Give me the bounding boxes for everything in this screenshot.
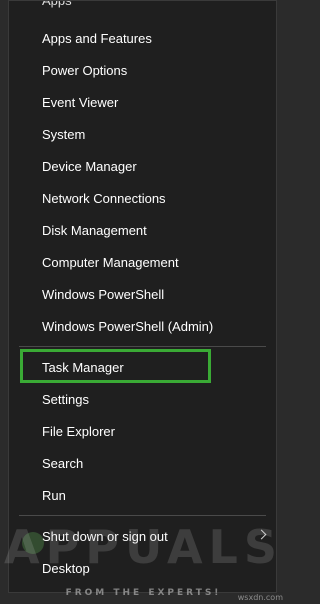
menu-item-system[interactable]: System [9, 118, 276, 150]
menu-item-label: Settings [42, 391, 89, 407]
menu-item-windows-powershell-admin[interactable]: Windows PowerShell (Admin) [9, 310, 276, 342]
menu-item-label: File Explorer [42, 423, 115, 439]
menu-item-label: Windows PowerShell (Admin) [42, 318, 214, 334]
menu-item-network-connections[interactable]: Network Connections [9, 182, 276, 214]
menu-item-label: Apps and Features [42, 30, 152, 46]
menu-item-power-options[interactable]: Power Options [9, 54, 276, 86]
menu-item-disk-management[interactable]: Disk Management [9, 214, 276, 246]
menu-item-run[interactable]: Run [9, 479, 276, 511]
menu-item-desktop[interactable]: Desktop [9, 552, 276, 584]
menu-item-computer-management[interactable]: Computer Management [9, 246, 276, 278]
menu-item-label: Network Connections [42, 190, 166, 206]
menu-separator [19, 346, 266, 347]
menu-item-label: Shut down or sign out [42, 528, 168, 544]
menu-item-task-manager[interactable]: Task Manager [9, 351, 276, 383]
menu-item-settings[interactable]: Settings [9, 383, 276, 415]
menu-item-event-viewer[interactable]: Event Viewer [9, 86, 276, 118]
menu-item-file-explorer[interactable]: File Explorer [9, 415, 276, 447]
menu-item-shut-down-or-sign-out[interactable]: Shut down or sign out [9, 520, 276, 552]
menu-item-label: Event Viewer [42, 94, 119, 110]
menu-item-label: Windows PowerShell [42, 286, 165, 302]
menu-item-search[interactable]: Search [9, 447, 276, 479]
menu-item-label: Power Options [42, 62, 128, 78]
menu-item-apps-and-features[interactable]: Apps and Features [9, 22, 276, 54]
menu-item-label: Run [42, 487, 66, 503]
menu-item-label: Device Manager [42, 158, 137, 174]
winx-context-menu: Apps Apps and Features Power Options Eve… [8, 0, 277, 593]
watermark-site: wsxdn.com [237, 593, 283, 602]
watermark-mascot-icon [22, 532, 44, 554]
menu-item-label: Search [42, 455, 84, 471]
menu-item-device-manager[interactable]: Device Manager [9, 150, 276, 182]
menu-item-windows-powershell[interactable]: Windows PowerShell [9, 278, 276, 310]
menu-item-label: Desktop [42, 560, 90, 576]
menu-item-label: Task Manager [42, 359, 124, 375]
menu-item-label: Disk Management [42, 222, 147, 238]
menu-separator [19, 515, 266, 516]
menu-item-clipped[interactable]: Apps [42, 1, 72, 8]
menu-item-label: System [42, 126, 86, 142]
chevron-right-icon [256, 529, 267, 540]
menu-item-label: Computer Management [42, 254, 179, 270]
